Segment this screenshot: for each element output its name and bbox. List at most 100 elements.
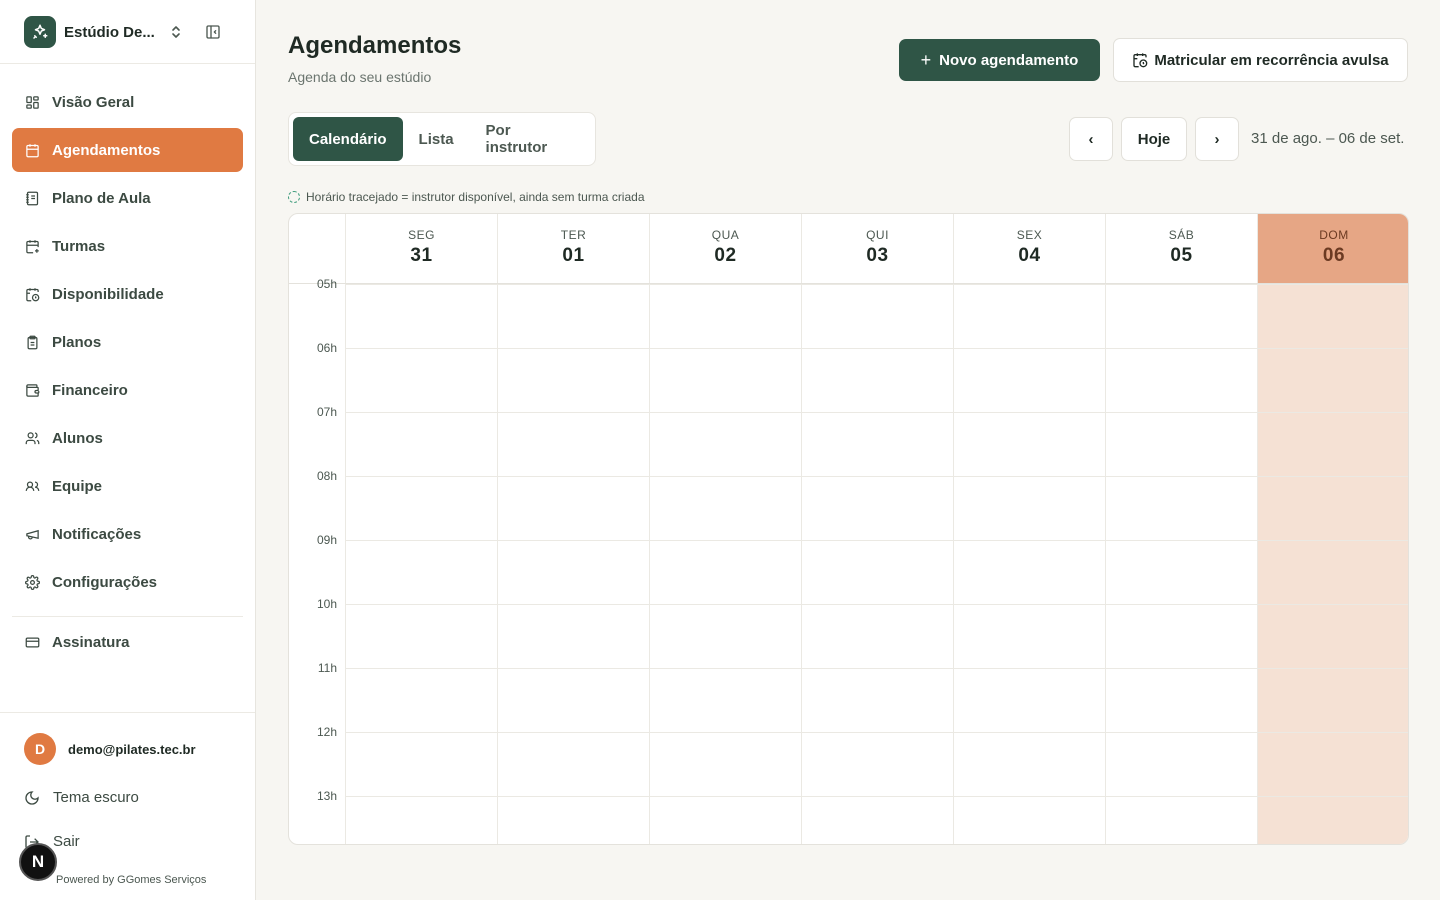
sidebar-item-planos[interactable]: Planos bbox=[12, 320, 243, 364]
day-of-week: SEX bbox=[1016, 228, 1043, 242]
day-number: 01 bbox=[562, 245, 585, 266]
wallet-icon bbox=[24, 382, 40, 398]
sidebar-item-notificacoes[interactable]: Notificações bbox=[12, 512, 243, 556]
day-header-sex: SEX 04 bbox=[953, 214, 1105, 283]
avatar: D bbox=[24, 733, 56, 765]
legend-text: Horário tracejado = instrutor disponível… bbox=[306, 190, 645, 204]
calendar-clock-icon bbox=[24, 286, 40, 302]
day-header-ter: TER 01 bbox=[497, 214, 649, 283]
day-header-qui: QUI 03 bbox=[801, 214, 953, 283]
sidebar-item-turmas[interactable]: Turmas bbox=[12, 224, 243, 268]
sidebar-item-label: Visão Geral bbox=[52, 93, 135, 111]
view-tabs: Calendário Lista Por instrutor bbox=[288, 112, 596, 166]
page-title: Agendamentos bbox=[288, 32, 462, 59]
calendar-icon bbox=[24, 142, 40, 158]
sidebar-item-label: Turmas bbox=[52, 237, 106, 255]
calendar-plus-icon bbox=[24, 238, 40, 254]
new-appointment-button[interactable]: + Novo agendamento bbox=[899, 39, 1100, 81]
team-icon bbox=[24, 478, 40, 494]
sidebar-item-label: Financeiro bbox=[52, 381, 128, 399]
clipboard-icon bbox=[24, 334, 40, 350]
studio-name: Estúdio De... bbox=[64, 23, 155, 41]
sidebar-item-label: Notificações bbox=[52, 525, 142, 543]
logout-label: Sair bbox=[53, 833, 80, 850]
page-subtitle: Agenda do seu estúdio bbox=[288, 69, 432, 85]
hour-row bbox=[345, 412, 1408, 476]
chevron-right-icon: › bbox=[1214, 130, 1220, 148]
moon-icon bbox=[24, 790, 40, 806]
dashed-circle-icon bbox=[288, 191, 300, 203]
sidebar-item-label: Alunos bbox=[52, 429, 103, 447]
sidebar-item-configuracoes[interactable]: Configurações bbox=[12, 560, 243, 604]
theme-toggle-label: Tema escuro bbox=[53, 789, 139, 806]
sidebar-item-equipe[interactable]: Equipe bbox=[12, 464, 243, 508]
day-number: 06 bbox=[1322, 245, 1346, 266]
new-appointment-label: Novo agendamento bbox=[939, 51, 1079, 69]
day-of-week: TER bbox=[560, 228, 587, 242]
day-of-week: QUA bbox=[711, 228, 740, 242]
sidebar-item-financeiro[interactable]: Financeiro bbox=[12, 368, 243, 412]
hour-row bbox=[345, 604, 1408, 668]
hour-label: 09h bbox=[316, 533, 337, 547]
plus-icon: + bbox=[920, 50, 932, 70]
calendar-body: 05h 06h 07h 08h 09h 10h 11h 12h 13h bbox=[289, 277, 1408, 844]
divider bbox=[0, 63, 255, 64]
hour-row bbox=[345, 732, 1408, 796]
chevron-left-icon: ‹ bbox=[1088, 130, 1094, 148]
hour-row bbox=[345, 348, 1408, 412]
enroll-recurrence-button[interactable]: Matricular em recorrência avulsa bbox=[1113, 38, 1408, 82]
hour-label: 07h bbox=[316, 405, 337, 419]
calendar-clock-icon bbox=[1132, 52, 1148, 68]
day-number: 04 bbox=[1018, 245, 1041, 266]
day-header-seg: SEG 31 bbox=[345, 214, 497, 283]
sidebar: Estúdio De... Visão Geral Agendamentos P… bbox=[0, 0, 256, 900]
tab-por-instrutor[interactable]: Por instrutor bbox=[470, 117, 591, 161]
tab-lista[interactable]: Lista bbox=[403, 117, 470, 161]
day-header-qua: QUA 02 bbox=[649, 214, 801, 283]
sidebar-secondary-nav: Assinatura bbox=[12, 620, 243, 668]
divider bbox=[12, 616, 243, 617]
prev-week-button[interactable]: ‹ bbox=[1069, 117, 1113, 161]
sidebar-item-label: Agendamentos bbox=[52, 141, 161, 159]
day-number: 02 bbox=[714, 245, 737, 266]
users-icon bbox=[24, 430, 40, 446]
notebook-icon bbox=[24, 190, 40, 206]
next-week-button[interactable]: › bbox=[1195, 117, 1239, 161]
day-of-week: QUI bbox=[866, 228, 889, 242]
tab-calendario[interactable]: Calendário bbox=[293, 117, 403, 161]
hour-label: 10h bbox=[316, 597, 337, 611]
hour-label: 05h bbox=[316, 277, 337, 291]
megaphone-icon bbox=[24, 526, 40, 542]
hour-row bbox=[345, 284, 1408, 348]
sidebar-item-agendamentos[interactable]: Agendamentos bbox=[12, 128, 243, 172]
sidebar-item-label: Plano de Aula bbox=[52, 189, 151, 207]
day-header-sab: SÁB 05 bbox=[1105, 214, 1257, 283]
chevrons-up-down-icon bbox=[168, 22, 184, 42]
sidebar-collapse-icon[interactable] bbox=[202, 20, 224, 44]
day-of-week: SEG bbox=[408, 228, 435, 242]
user-profile[interactable]: D demo@pilates.tec.br bbox=[24, 733, 196, 765]
sidebar-item-disponibilidade[interactable]: Disponibilidade bbox=[12, 272, 243, 316]
hour-label: 12h bbox=[316, 725, 337, 739]
divider bbox=[0, 712, 255, 713]
hour-row bbox=[345, 668, 1408, 732]
day-of-week: SÁB bbox=[1168, 228, 1195, 242]
sidebar-item-visao-geral[interactable]: Visão Geral bbox=[12, 80, 243, 124]
enroll-recurrence-label: Matricular em recorrência avulsa bbox=[1154, 51, 1389, 69]
gear-icon bbox=[24, 574, 40, 590]
sidebar-item-assinatura[interactable]: Assinatura bbox=[12, 620, 243, 664]
sidebar-item-label: Disponibilidade bbox=[52, 285, 164, 303]
hour-label: 06h bbox=[316, 341, 337, 355]
hour-row bbox=[345, 796, 1408, 844]
day-number: 03 bbox=[866, 245, 889, 266]
sidebar-item-plano-de-aula[interactable]: Plano de Aula bbox=[12, 176, 243, 220]
today-button[interactable]: Hoje bbox=[1121, 117, 1187, 161]
theme-toggle[interactable]: Tema escuro bbox=[24, 789, 139, 806]
hour-row bbox=[345, 476, 1408, 540]
sidebar-item-alunos[interactable]: Alunos bbox=[12, 416, 243, 460]
sidebar-item-label: Configurações bbox=[52, 573, 158, 591]
dev-tools-badge[interactable]: N bbox=[19, 843, 57, 881]
powered-by: Powered by GGomes Serviços bbox=[56, 874, 207, 886]
availability-legend: Horário tracejado = instrutor disponível… bbox=[288, 190, 645, 204]
studio-logo bbox=[24, 16, 56, 48]
